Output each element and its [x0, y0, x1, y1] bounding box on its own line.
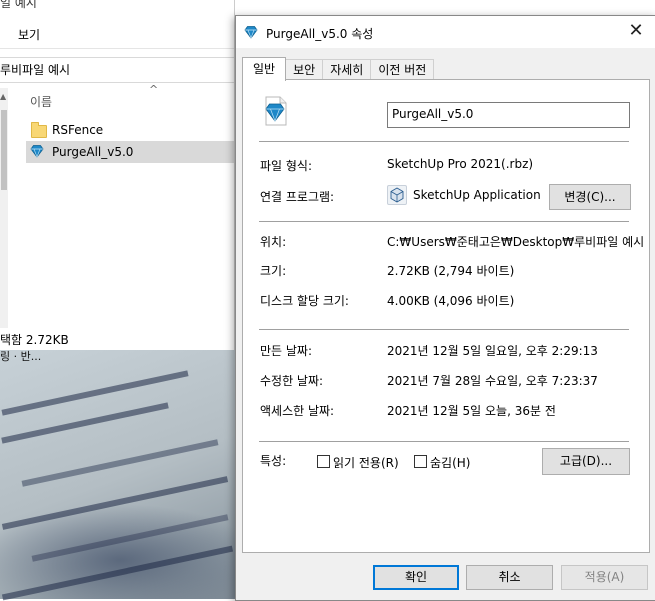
list-item-selected[interactable]: PurgeAll_v5.0 [26, 141, 235, 163]
divider [0, 48, 235, 49]
modified-value: 2021년 7월 28일 수요일, 오후 7:23:37 [387, 374, 598, 388]
accessed-value: 2021년 12월 5일 오늘, 36분 전 [387, 404, 556, 418]
scrollbar-thumb[interactable] [1, 110, 7, 190]
location-label: 위치: [260, 235, 287, 249]
address-text: 루비파일 예시 [0, 63, 71, 77]
general-tab-panel: PurgeAll_v5.0 파일 형식: SketchUp Pro 2021(.… [242, 79, 650, 553]
tab-bar: 일반 보안 자세히 이전 버전 [242, 57, 435, 81]
file-explorer-window: 일 예시 보기 루비파일 예시 ▲ ^ 이름 RSFence PurgeAll_… [0, 0, 235, 350]
divider [259, 329, 629, 330]
cancel-button[interactable]: 취소 [466, 565, 553, 590]
close-icon[interactable]: ✕ [626, 21, 646, 41]
tab-previous-versions[interactable]: 이전 버전 [370, 59, 435, 80]
ok-button[interactable]: 확인 [373, 565, 459, 590]
attributes-label: 특성: [260, 454, 287, 468]
disk-size-value: 4.00KB (4,096 바이트) [387, 294, 515, 308]
advanced-button[interactable]: 고급(D)... [542, 448, 630, 475]
dialog-titlebar[interactable]: PurgeAll_v5.0 속성 ✕ [236, 16, 655, 48]
accessed-label: 액세스한 날짜: [260, 404, 335, 418]
hidden-label[interactable]: 숨김(H) [430, 454, 470, 471]
menu-view[interactable]: 보기 [18, 26, 40, 43]
change-program-button[interactable]: 변경(C)... [549, 184, 631, 210]
properties-dialog: PurgeAll_v5.0 속성 ✕ 일반 보안 자세히 이전 버전 Purge… [235, 15, 655, 601]
divider [259, 441, 629, 442]
divider [259, 221, 629, 222]
location-value: C:₩Users₩준태고은₩Desktop₩루비파일 예시 [387, 235, 645, 249]
explorer-title: 일 예시 [0, 0, 37, 10]
readonly-checkbox[interactable] [317, 455, 330, 468]
file-name: RSFence [52, 123, 104, 137]
tab-general[interactable]: 일반 [242, 57, 287, 81]
file-type-icon [261, 96, 289, 126]
scroll-up-arrow-icon[interactable]: ▲ [0, 92, 6, 101]
sketchup-app-icon [387, 185, 407, 205]
size-value: 2.72KB (2,794 바이트) [387, 264, 515, 278]
file-type-value: SketchUp Pro 2021(.rbz) [387, 157, 534, 171]
file-type-label: 파일 형식: [260, 159, 313, 173]
divider [259, 141, 629, 142]
file-name-input[interactable]: PurgeAll_v5.0 [387, 102, 630, 128]
size-label: 크기: [260, 264, 287, 278]
readonly-label[interactable]: 읽기 전용(R) [333, 454, 399, 471]
status-bar-selection: 택함 2.72KB [0, 333, 69, 347]
disk-size-label: 디스크 할당 크기: [260, 294, 349, 308]
column-header-name[interactable]: 이름 [30, 93, 52, 110]
scrollbar[interactable]: ▲ [0, 88, 8, 328]
created-label: 만든 날짜: [260, 344, 313, 358]
sort-ascending-icon[interactable]: ^ [149, 83, 158, 96]
address-bar[interactable]: 루비파일 예시 [0, 57, 235, 83]
tab-security[interactable]: 보안 [285, 59, 324, 80]
wallpaper-caption: 링 · 반... [0, 350, 42, 363]
folder-icon [30, 122, 47, 138]
file-name-value: PurgeAll_v5.0 [392, 107, 474, 121]
sketchup-gem-icon [30, 144, 46, 160]
dialog-title: PurgeAll_v5.0 속성 [266, 27, 374, 41]
opens-with-value: SketchUp Application [413, 188, 541, 202]
hidden-checkbox[interactable] [414, 455, 427, 468]
opens-with-label: 연결 프로그램: [260, 190, 335, 204]
tab-details[interactable]: 자세히 [322, 59, 372, 80]
list-item[interactable]: RSFence [26, 119, 235, 141]
apply-button[interactable]: 적용(A) [561, 565, 648, 590]
sketchup-gem-icon [244, 25, 258, 42]
file-name: PurgeAll_v5.0 [52, 145, 134, 159]
created-value: 2021년 12월 5일 일요일, 오후 2:29:13 [387, 344, 598, 358]
modified-label: 수정한 날짜: [260, 374, 324, 388]
